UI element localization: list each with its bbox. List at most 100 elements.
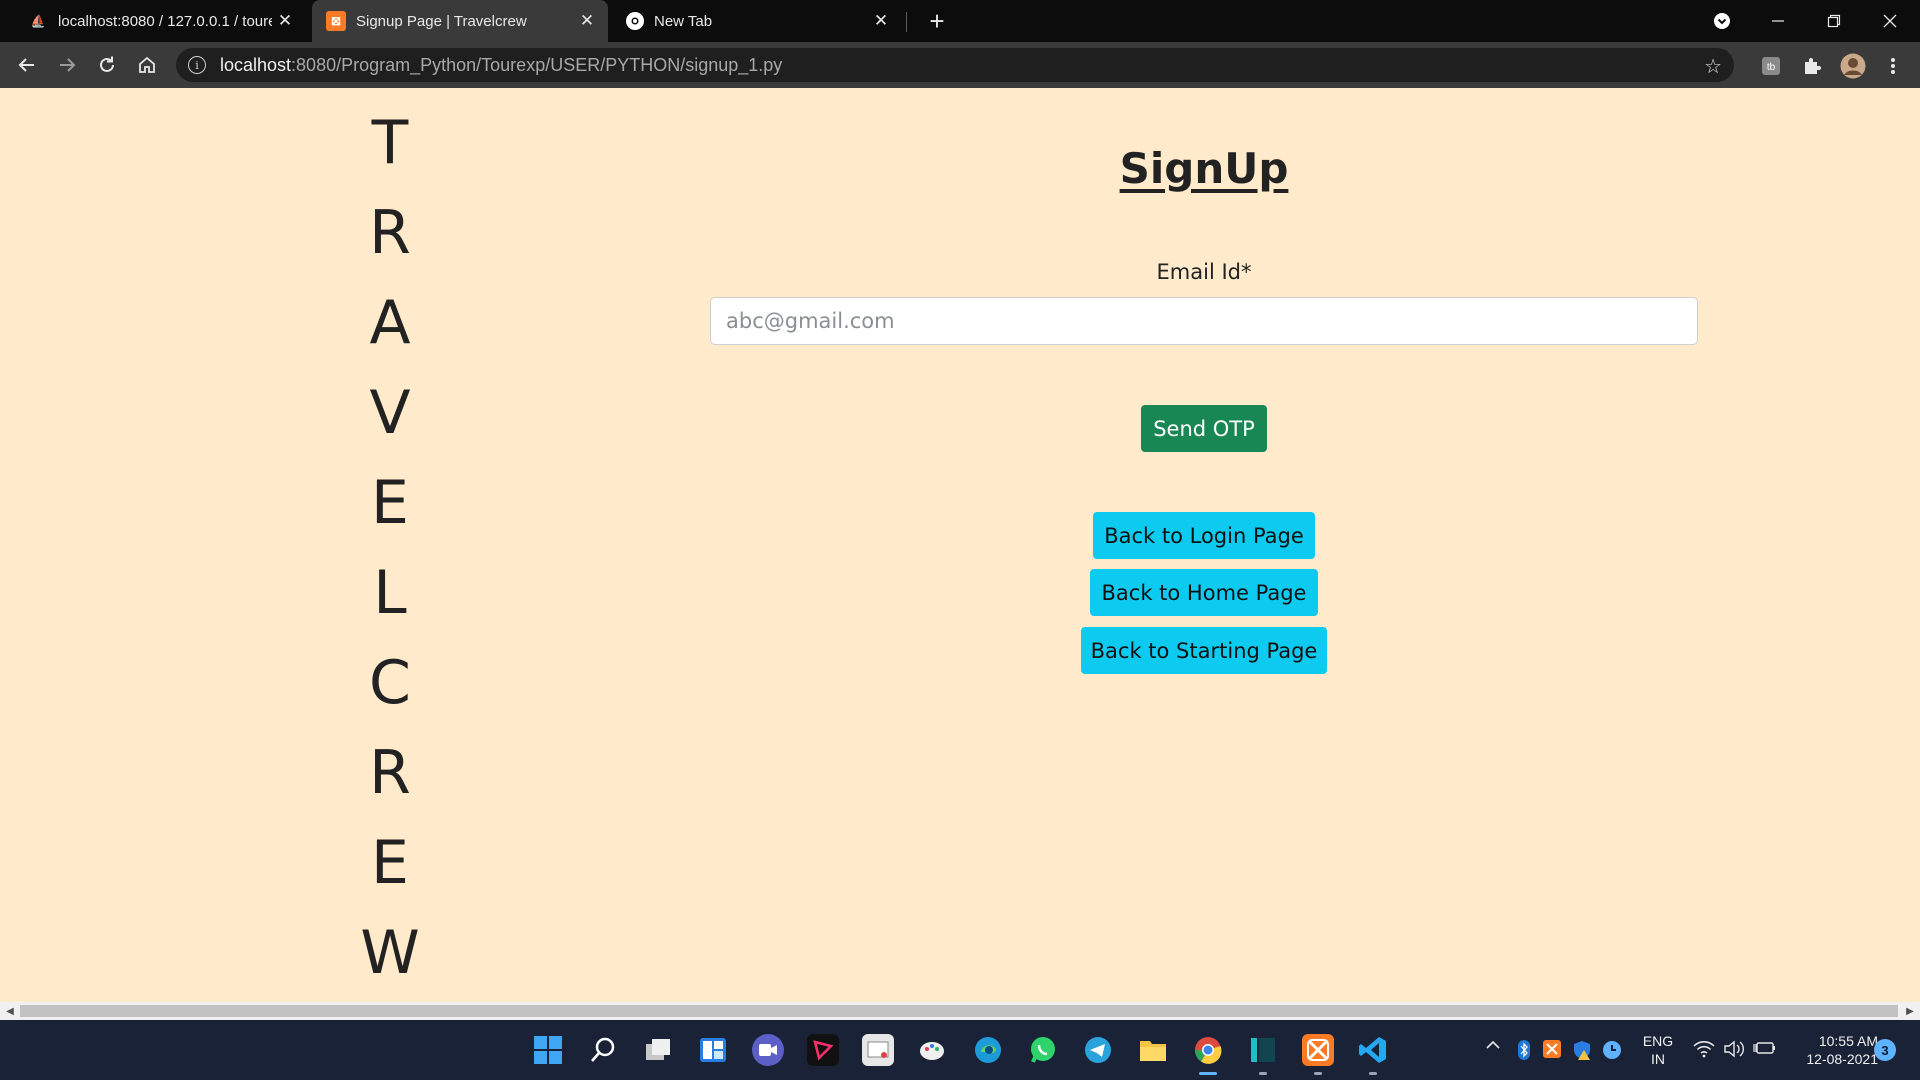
profile-button[interactable] [1840,53,1866,79]
url-path: :8080/Program_Python/Tourexp/USER/PYTHON… [291,54,783,75]
brand-letter: R [369,198,411,268]
edge-icon[interactable] [972,1034,1004,1066]
region-code: IN [1651,1051,1665,1067]
restore-button[interactable] [1806,0,1862,42]
clock-time: 10:55 AM [1818,1033,1878,1049]
app-icon[interactable] [807,1034,839,1066]
forward-button[interactable] [52,50,82,80]
brand-letter: E [371,468,409,538]
close-icon [1883,14,1897,28]
tab-signup[interactable]: ⊠ Signup Page | Travelcrew ✕ [312,0,608,42]
back-to-starting-button[interactable]: Back to Starting Page [1081,627,1327,674]
system-clock[interactable]: 10:55 AM 12-08-2021 [1790,1032,1878,1068]
home-icon [139,56,155,73]
start-icon[interactable] [532,1034,564,1066]
send-otp-button[interactable]: Send OTP [1141,405,1267,452]
vscode-icon[interactable] [1357,1034,1389,1066]
reload-button[interactable] [92,50,122,80]
tab-title: New Tab [654,12,713,30]
tab-title: Signup Page | Travelcrew [356,12,527,30]
close-tab-icon[interactable]: ✕ [574,8,600,34]
chevron-up-icon[interactable] [1483,1040,1503,1050]
language-indicator[interactable]: ENG IN [1640,1032,1676,1068]
address-bar[interactable]: i localhost:8080/Program_Python/Tourexp/… [176,48,1734,82]
tab-new-tab[interactable]: New Tab ✕ [612,0,902,42]
brand-letter: W [360,918,420,988]
wifi-icon[interactable] [1692,1040,1716,1058]
volume-icon[interactable] [1722,1040,1746,1058]
xampp-icon[interactable] [1302,1034,1334,1066]
snipping-icon[interactable] [862,1034,894,1066]
arrow-left-icon [18,58,34,72]
chrome-icon [626,12,644,30]
clock-tray-icon[interactable] [1602,1040,1622,1060]
brand-letter: V [369,378,411,448]
horizontal-scrollbar[interactable]: ◀ ▶ [0,1002,1920,1020]
arrow-right-icon [60,58,76,72]
reload-icon [100,56,114,72]
language-code: ENG [1642,1033,1674,1049]
file-explorer-icon[interactable] [1137,1034,1169,1066]
scrollbar-thumb[interactable] [20,1005,1898,1017]
close-window-button[interactable] [1862,0,1918,42]
chrome-icon[interactable] [1192,1034,1224,1066]
xampp-icon: ⊠ [326,11,346,31]
minimize-button[interactable] [1750,0,1806,42]
chevron-down-circle-icon [1714,13,1730,29]
app-icon[interactable] [1247,1034,1279,1066]
page-viewport: T R A V E L C R E W SignUp Email Id* Sen… [0,88,1920,1002]
puzzle-icon [1805,58,1821,74]
back-to-login-button[interactable]: Back to Login Page [1093,512,1315,559]
tab-title: localhost:8080 / 127.0.0.1 / toure [58,12,272,30]
running-indicator [1259,1072,1267,1075]
brand-letter: E [371,828,409,898]
extensions-menu-button[interactable] [1799,53,1825,79]
site-info-icon[interactable]: i [188,56,206,74]
browser-tab-bar: ⛵ localhost:8080 / 127.0.0.1 / toure ✕ ⊠… [0,0,1920,42]
scroll-right-arrow-icon[interactable]: ▶ [1902,1004,1918,1018]
teams-chat-icon[interactable] [752,1034,784,1066]
xampp-tray-icon[interactable] [1542,1040,1562,1058]
brand-letter: L [373,558,407,628]
svg-text:tb: tb [1767,62,1776,73]
email-field[interactable] [710,297,1698,345]
bluetooth-icon[interactable] [1514,1040,1534,1060]
tab-search-button[interactable] [1694,0,1750,42]
tab-phpmyadmin[interactable]: ⛵ localhost:8080 / 127.0.0.1 / toure ✕ [14,0,306,42]
minimize-icon [1772,20,1784,22]
paint-icon[interactable] [917,1034,949,1066]
notification-badge[interactable]: 3 [1874,1039,1896,1061]
taskbar: ENG IN 10:55 AM 12-08-2021 3 [0,1020,1920,1080]
home-button[interactable] [132,50,162,80]
more-vertical-icon [1891,58,1895,74]
chrome-menu-button[interactable] [1880,53,1906,79]
security-warning-icon[interactable] [1572,1040,1592,1060]
telegram-icon[interactable] [1082,1034,1114,1066]
extension-button[interactable]: tb [1758,53,1784,79]
search-icon[interactable] [587,1034,619,1066]
back-to-home-button[interactable]: Back to Home Page [1090,569,1318,616]
email-label: Email Id* [1156,260,1252,284]
whatsapp-icon[interactable] [1027,1034,1059,1066]
restore-icon [1827,14,1841,28]
battery-icon[interactable] [1752,1040,1776,1056]
avatar [1840,53,1866,79]
running-indicator [1199,1072,1217,1075]
extension-tb-icon: tb [1762,57,1780,75]
back-button[interactable] [12,50,42,80]
clock-date: 12-08-2021 [1806,1051,1878,1067]
bookmark-star-icon[interactable]: ☆ [1704,54,1722,79]
brand-letter: C [369,648,411,718]
phpmyadmin-icon: ⛵ [30,14,46,28]
tab-separator [906,12,907,32]
task-view-icon[interactable] [642,1034,674,1066]
close-tab-icon[interactable]: ✕ [272,8,298,34]
widgets-icon[interactable] [697,1034,729,1066]
brand-letter: A [369,288,411,358]
close-tab-icon[interactable]: ✕ [868,8,894,34]
brand-letter: T [371,108,409,178]
new-tab-button[interactable]: + [922,6,952,36]
browser-toolbar: i localhost:8080/Program_Python/Tourexp/… [0,42,1920,88]
brand-letter: R [369,738,411,808]
scroll-left-arrow-icon[interactable]: ◀ [2,1004,18,1018]
